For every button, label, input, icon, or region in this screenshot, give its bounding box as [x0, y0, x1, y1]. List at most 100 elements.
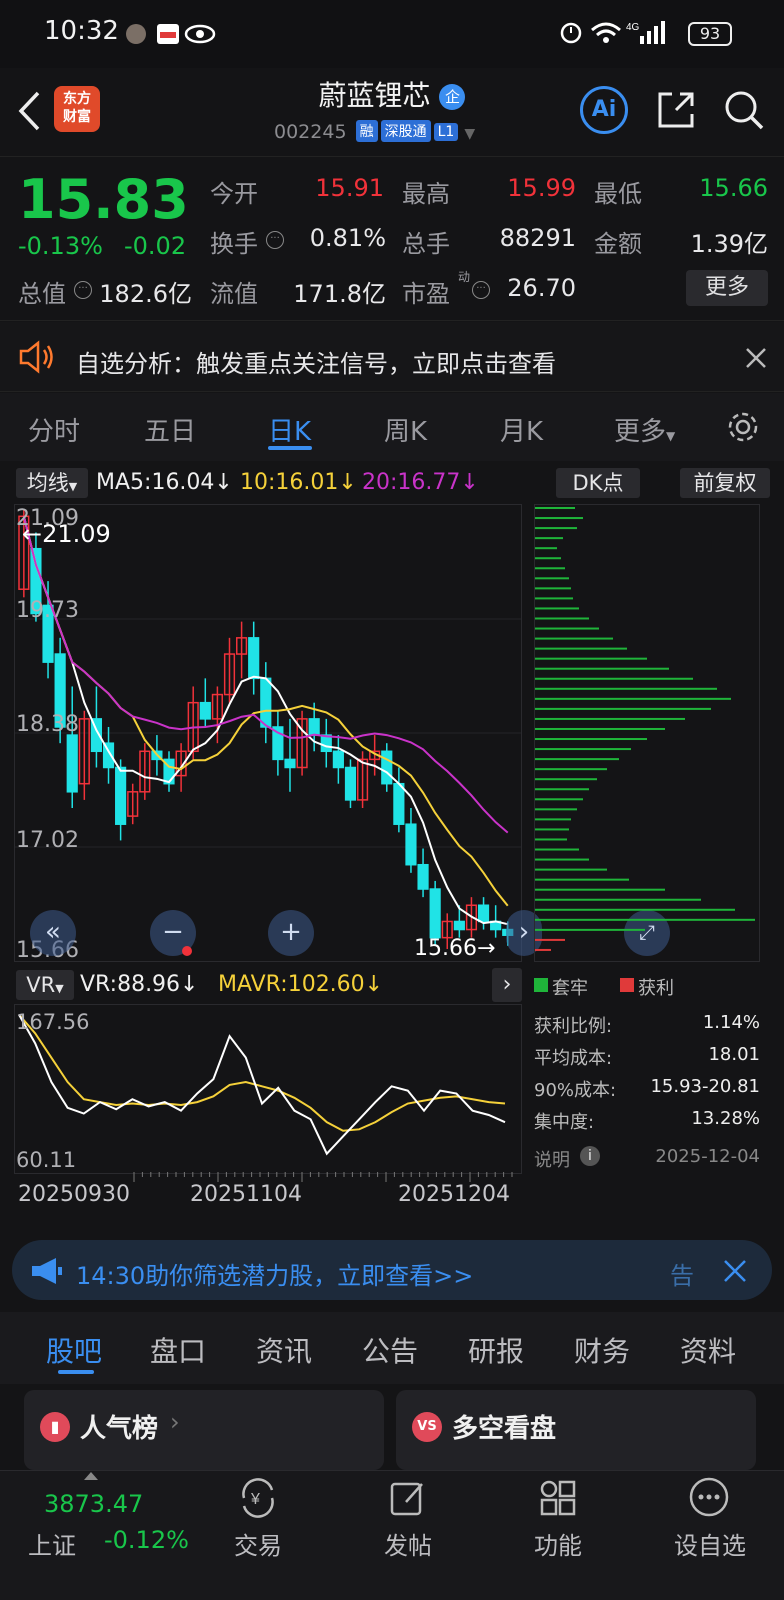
section-tab-forum[interactable]: 股吧	[46, 1330, 102, 1370]
search-icon[interactable]	[722, 88, 766, 132]
candle-down	[477, 904, 490, 923]
index-name[interactable]: 上证	[28, 1526, 76, 1561]
popularity-title[interactable]: 人气榜	[80, 1408, 158, 1445]
chip-bar-hold	[535, 858, 589, 861]
chip-bar-hold	[535, 848, 579, 851]
kline-canvas[interactable]	[15, 505, 521, 961]
tab-more[interactable]: 更多▼	[614, 411, 675, 448]
chip-bar-hold	[535, 878, 629, 881]
nav-functions[interactable]: 功能	[508, 1526, 608, 1561]
chip-bar-hold	[535, 517, 583, 520]
candle-down	[199, 701, 211, 720]
info-dots-icon[interactable]: ···	[74, 281, 92, 299]
bull-bear-card[interactable]	[396, 1390, 756, 1470]
chip-bar-hold	[535, 808, 577, 811]
chevron-right-icon: ›	[170, 1408, 180, 1436]
section-tab-news[interactable]: 资讯	[256, 1330, 312, 1370]
popularity-card[interactable]	[24, 1390, 384, 1470]
chip-date: 2025-12-04	[655, 1146, 760, 1167]
caret-down-icon: ▼	[666, 429, 676, 443]
info-dots-icon[interactable]: ···	[266, 231, 284, 249]
vr-line	[18, 1014, 506, 1156]
high-value: 15.99	[507, 174, 576, 202]
trade-icon[interactable]: ¥	[236, 1478, 280, 1518]
vs-icon: VS	[412, 1412, 442, 1442]
vr-chart	[14, 1004, 522, 1174]
kline-chart[interactable]	[14, 504, 522, 962]
x-tick-label: 20251204	[398, 1182, 510, 1207]
chip-bar-hold	[535, 818, 571, 821]
adjust-mode-button[interactable]: 前复权	[680, 468, 770, 498]
ma20-label: 20:16.77↓	[362, 470, 479, 495]
candle-down	[405, 823, 417, 866]
section-tab-research[interactable]: 研报	[468, 1330, 524, 1370]
chip-distribution-panel	[534, 504, 760, 962]
pe-dynamic-mark: 动	[458, 270, 471, 284]
close-icon[interactable]	[722, 1258, 748, 1284]
chip-bar-hold	[535, 697, 731, 700]
nav-post[interactable]: 发帖	[358, 1526, 458, 1561]
enterprise-badge-icon: 企	[439, 84, 466, 110]
chip-bar-hold	[535, 768, 607, 771]
next-indicator-button[interactable]: ›	[492, 968, 522, 1002]
mktcap-value: 182.6亿	[99, 280, 192, 308]
info-icon[interactable]: i	[580, 1146, 600, 1166]
close-icon[interactable]	[744, 346, 768, 370]
tab-weekly-k[interactable]: 周K	[384, 411, 427, 448]
section-tab-orderbook[interactable]: 盘口	[150, 1330, 206, 1370]
chip-bar-hold	[535, 738, 647, 741]
battery-indicator: 93	[688, 22, 732, 46]
chip-bar-hold	[535, 908, 735, 911]
amount-value: 1.39亿	[690, 230, 768, 258]
ma-selector[interactable]: 均线▼	[16, 468, 88, 498]
candle-down	[260, 677, 272, 728]
nav-trade[interactable]: 交易	[208, 1526, 308, 1561]
more-dots-icon[interactable]	[688, 1476, 730, 1518]
ranking-icon: ▮	[40, 1412, 70, 1442]
indicator-selector[interactable]: VR▼	[16, 970, 74, 1000]
chip-bar-hold	[535, 717, 685, 720]
chip-bar-hold	[535, 637, 613, 640]
tag-level: L1	[433, 123, 459, 141]
share-icon[interactable]	[654, 88, 698, 132]
scroll-left-button[interactable]: «	[30, 910, 76, 956]
high-label: 最高	[402, 180, 450, 208]
compose-icon[interactable]	[388, 1478, 428, 1518]
notice-text[interactable]: 自选分析：触发重点关注信号，立即点击查看	[76, 344, 556, 379]
section-tab-finance[interactable]: 财务	[574, 1330, 630, 1370]
tab-five-day[interactable]: 五日	[144, 411, 196, 448]
avg-cost-label: 平均成本:	[534, 1048, 613, 1069]
zoom-in-button[interactable]: +	[268, 910, 314, 956]
promo-text[interactable]: 14:30助你筛选潜力股，立即查看>>	[76, 1256, 473, 1291]
dk-point-button[interactable]: DK点	[556, 468, 640, 498]
chevron-down-icon[interactable]: ▼	[464, 126, 475, 142]
bull-bear-title[interactable]: 多空看盘	[452, 1408, 556, 1445]
chip-bar-hold	[535, 788, 589, 791]
chip-bar-hold	[535, 597, 573, 600]
chip-bar-hold	[535, 707, 711, 710]
section-tab-announcements[interactable]: 公告	[362, 1330, 418, 1370]
tab-more-label: 更多	[614, 417, 667, 447]
candle-down	[308, 718, 320, 736]
stock-name: 蔚蓝锂芯	[318, 79, 431, 112]
index-value[interactable]: 3873.47	[44, 1490, 143, 1518]
grid-icon[interactable]	[538, 1478, 578, 1518]
info-dots-icon[interactable]: ···	[472, 281, 490, 299]
candle-down	[429, 888, 441, 939]
change-amount: -0.02	[124, 232, 187, 260]
more-button[interactable]: 更多	[686, 270, 768, 306]
tab-intraday[interactable]: 分时	[28, 411, 80, 448]
nav-add-watchlist[interactable]: 设自选	[660, 1526, 760, 1561]
section-tab-profile[interactable]: 资料	[680, 1330, 736, 1370]
vr-y-min: 60.11	[16, 1148, 77, 1172]
active-section-indicator	[58, 1370, 94, 1374]
tab-monthly-k[interactable]: 月K	[500, 411, 543, 448]
gear-icon[interactable]	[724, 408, 762, 446]
turnover-label: 换手	[210, 230, 258, 258]
note-label[interactable]: 说明	[534, 1146, 570, 1172]
ai-assistant-button[interactable]: Ai	[580, 86, 628, 134]
concentration-label: 集中度:	[534, 1112, 595, 1133]
candle-down	[344, 766, 357, 801]
tab-daily-k[interactable]: 日K	[268, 411, 311, 448]
chip-bar-hold	[535, 838, 567, 841]
